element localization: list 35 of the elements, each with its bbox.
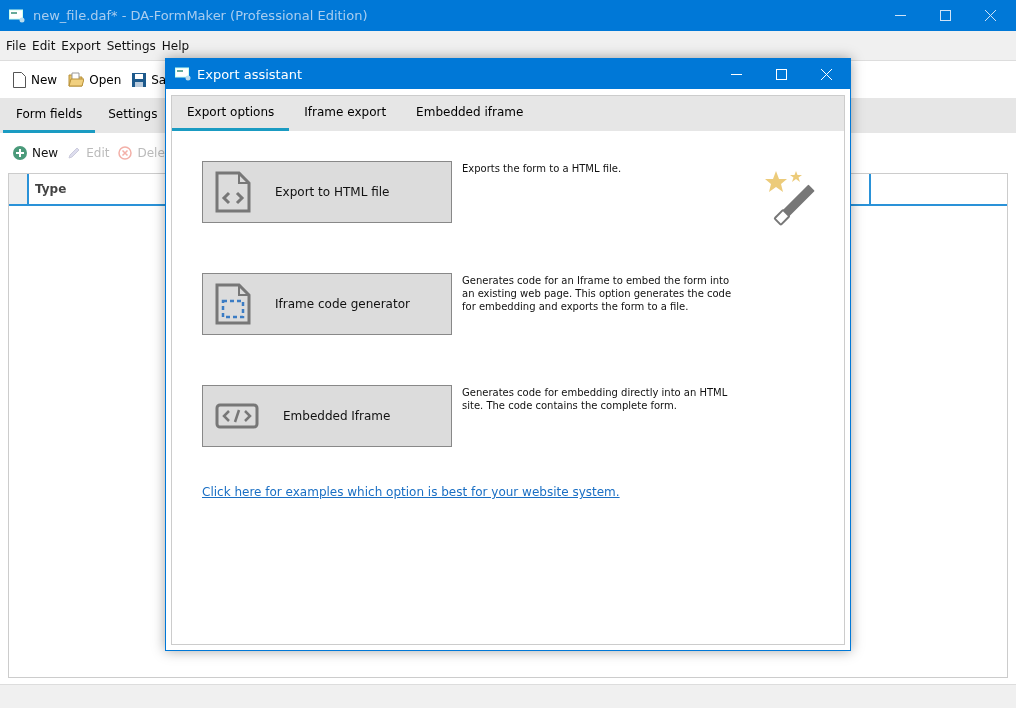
app-icon [175,67,191,81]
option-button[interactable]: Export to HTML file [202,161,452,223]
close-icon[interactable] [985,10,996,21]
folder-icon [68,72,85,87]
code-tag-icon [215,403,259,429]
pencil-icon [67,146,82,160]
menu-item[interactable]: Export [58,38,104,53]
menu-item[interactable]: File [3,38,30,53]
maximize-icon[interactable] [940,10,951,21]
option-description: Generates code for embedding directly into an HTML site. The code contains the complete form. [462,386,729,412]
menu-item[interactable]: Settings [103,38,159,53]
delete-icon [118,146,133,160]
menu-item[interactable]: Edit [29,38,59,53]
help-link[interactable]: Click here for examples which option is best for your website system. [202,485,620,499]
code-file-icon [215,171,251,213]
app-icon [9,8,25,23]
option-description: Exports the form to a HTML file. [462,162,623,175]
window-title: new_file.daf* - DA-FormMaker (Professional Edition) [33,8,368,23]
dialog-title: Export assistant [197,66,302,82]
tab[interactable]: Form fields [3,98,96,133]
tab[interactable]: Embedded iframe [401,96,539,131]
option-button[interactable]: Embedded Iframe [202,385,452,447]
toolbar-button[interactable]: Open [65,72,130,87]
document-icon [13,71,26,88]
tab[interactable]: Settings [95,98,171,133]
tab[interactable]: Export options [172,96,290,131]
column-header: Type [34,181,68,198]
plus-icon [13,146,27,160]
dashed-frame-file-icon [215,283,251,325]
toolbar-button[interactable]: New [10,146,65,160]
option-button[interactable]: Iframe code generator [202,273,452,335]
menu-item[interactable]: Help [158,38,193,53]
option-description: Generates code for an Iframe to embed the form into an existing web page. This option generates the code for embedding and exports the form to a file. [462,274,733,313]
toolbar-button[interactable]: New [10,71,66,88]
tab[interactable]: Iframe export [289,96,402,131]
